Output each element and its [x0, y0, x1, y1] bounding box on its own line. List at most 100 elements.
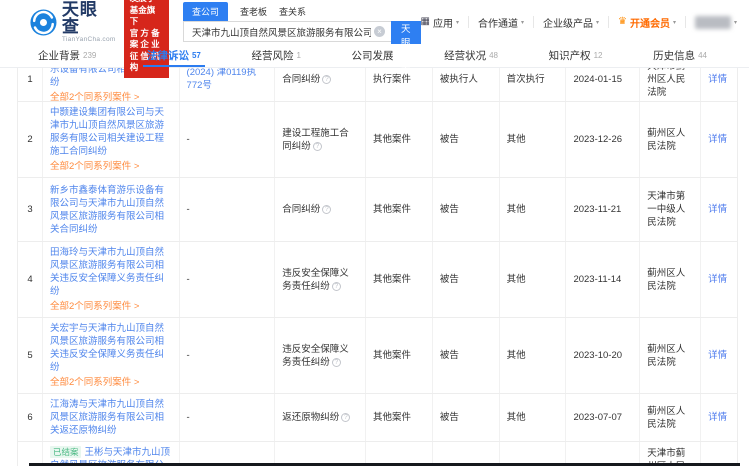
series-cases-link[interactable]: 全部2个同系列案件 >: [50, 91, 172, 102]
case-number-cell: -: [180, 102, 276, 177]
court-name: 蓟州区人民法院: [647, 405, 693, 431]
procedure-cell: 其他: [500, 318, 567, 393]
detail-link[interactable]: 详情: [708, 73, 730, 86]
nav-item-开通会员[interactable]: ♛开通会员▾: [618, 15, 676, 30]
chevron-down-icon: ▾: [734, 19, 737, 26]
case-title-cell: 中颢建设集团有限公司与天津市九山顶自然风景区旅游服务有限公司相关建设工程施工合同…: [43, 102, 180, 177]
case-title: 田海玲与天津市九山顶自然风景区旅游服务有限公司相关违反安全保障义务责任纠纷: [50, 246, 172, 298]
tab-经营风险[interactable]: 经营风险1: [247, 44, 304, 67]
case-number: -: [187, 133, 268, 146]
tab-法律诉讼[interactable]: 法律诉讼57: [143, 44, 205, 67]
court-cell: 天津市蓟州区人民法院: [640, 68, 701, 102]
search-input[interactable]: [183, 21, 391, 42]
help-icon[interactable]: ?: [341, 413, 350, 422]
tianyancha-logo[interactable]: 天眼查 TianYanCha.com: [30, 1, 116, 44]
party-role: 被告: [440, 273, 492, 286]
table-row: 6江海涛与天津市九山顶自然风景区旅游服务有限公司相关返还原物纠纷-返还原物纠纷?…: [18, 394, 737, 442]
case-title: 新乡市鑫泰体育游乐设备有限公司与天津市九山顶自然风景区旅游服务有限公司相关合同纠…: [50, 184, 172, 236]
party-role-cell: 被告: [433, 394, 500, 441]
series-cases-link[interactable]: 全部2个同系列案件 >: [50, 300, 172, 313]
case-number: -: [187, 411, 268, 424]
crown-icon: ♛: [618, 17, 627, 27]
party-role-cell: 被执行人: [433, 68, 500, 102]
party-role-text: 被执行人: [440, 74, 478, 85]
detail-link[interactable]: 详情: [708, 203, 730, 216]
help-icon[interactable]: ?: [322, 75, 331, 84]
nav-item-应用[interactable]: ▦应用▾: [421, 15, 459, 30]
case-type-cell: 其他案件: [366, 102, 433, 177]
procedure-cell: 其他: [500, 102, 567, 177]
tab-知识产权[interactable]: 知识产权12: [545, 44, 607, 67]
case-number-cell: -: [180, 394, 276, 441]
detail-link[interactable]: 详情: [708, 349, 730, 362]
clear-search-icon[interactable]: ×: [374, 26, 385, 37]
tab-经营状况[interactable]: 经营状况48: [440, 44, 502, 67]
action-cell: 详情: [701, 318, 737, 393]
help-icon[interactable]: ?: [322, 205, 331, 214]
nav-item-label: 开通会员: [630, 15, 670, 30]
tab-count: 1: [296, 51, 300, 60]
search-tab-2[interactable]: 查老板: [240, 2, 267, 21]
case-title-link[interactable]: 江海涛与天津市九山顶自然风景区旅游服务有限公司相关返还原物纠纷: [50, 399, 164, 436]
party-role: 被告: [440, 349, 492, 362]
court-cell: 蓟州区人民法院: [640, 102, 701, 177]
filing-date-cell: 2024-01-15: [566, 68, 640, 102]
help-icon[interactable]: ?: [313, 142, 322, 151]
case-number-cell: -: [180, 318, 276, 393]
case-title-cell: 田海玲与天津市九山顶自然风景区旅游服务有限公司相关违反安全保障义务责任纠纷全部2…: [43, 242, 180, 317]
party-role: 被执行人: [440, 73, 492, 86]
cause-of-action: 合同纠纷?: [282, 73, 358, 86]
filing-date-cell: 2023-07-07: [566, 394, 640, 441]
detail-link[interactable]: 详情: [708, 273, 730, 286]
tab-label: 经营风险: [251, 48, 293, 63]
search-tab-3[interactable]: 查关系: [279, 2, 306, 21]
cause-text: 合同纠纷: [282, 74, 320, 85]
case-title-cell: 关宏宇与天津市九山顶自然风景区旅游服务有限公司相关违反安全保障义务责任纠纷全部2…: [43, 318, 180, 393]
tianyancha-logo-icon: [30, 9, 57, 36]
filing-date-cell: 2023-10-20: [566, 318, 640, 393]
party-role-text: 被告: [440, 412, 459, 423]
case-title-link[interactable]: 中颢建设集团有限公司与天津市九山顶自然风景区旅游服务有限公司相关建设工程施工合同…: [50, 107, 164, 157]
search-tab-1[interactable]: 查公司: [183, 2, 228, 21]
court-cell: 天津市第一中级人民法院: [640, 178, 701, 241]
filing-date-cell: 2023-11-14: [566, 242, 640, 317]
tab-企业背景[interactable]: 企业背景239: [34, 44, 100, 67]
case-type-cell: 执行案件: [366, 68, 433, 102]
case-title-link[interactable]: 田海玲与天津市九山顶自然风景区旅游服务有限公司相关违反安全保障义务责任纠纷: [50, 247, 164, 297]
nav-item-企业级产品[interactable]: 企业级产品▾: [543, 15, 599, 30]
case-number-link[interactable]: (2024) 津0119执772号: [187, 68, 268, 92]
top-header: 天眼查 TianYanCha.com 国家中小企业发展子基金旗下 官方备案企业征…: [0, 0, 749, 44]
nav-item-合作通道[interactable]: 合作通道▾: [478, 15, 524, 30]
case-title-link[interactable]: 新乡市鑫泰体育游乐设备有限公司与天津市九山顶自然风景区旅游服务有限公司相关合同纠…: [50, 185, 164, 235]
chevron-down-icon: ▾: [596, 19, 599, 26]
gov-badge-line1: 国家中小企业发展子基金旗下: [130, 0, 163, 28]
tab-label: 企业背景: [38, 48, 80, 63]
help-icon[interactable]: ?: [332, 358, 341, 367]
case-type-cell: 其他案件: [366, 178, 433, 241]
series-cases-link[interactable]: 全部2个同系列案件 >: [50, 160, 172, 173]
chevron-down-icon: ▾: [521, 19, 524, 26]
court-cell: 蓟州区人民法院: [640, 318, 701, 393]
case-number: -: [187, 349, 268, 362]
detail-link[interactable]: 详情: [708, 133, 730, 146]
tab-公司发展[interactable]: 公司发展: [348, 44, 398, 67]
party-role: 被告: [440, 411, 492, 424]
case-title-link[interactable]: 关宏宇与天津市九山顶自然风景区旅游服务有限公司相关违反安全保障义务责任纠纷: [50, 323, 164, 373]
party-role-cell: 被告: [433, 318, 500, 393]
search-button[interactable]: 天眼一下: [391, 21, 421, 44]
action-cell: 详情: [701, 102, 737, 177]
cause-cell: 合同纠纷?: [275, 68, 366, 102]
series-cases-link[interactable]: 全部2个同系列案件 >: [50, 376, 172, 389]
nav-separator: [468, 16, 469, 28]
case-number: -: [187, 203, 268, 216]
tab-历史信息[interactable]: 历史信息44: [649, 44, 711, 67]
help-icon[interactable]: ?: [332, 282, 341, 291]
status-badge: 已结案: [50, 446, 82, 458]
tab-label: 历史信息: [653, 48, 695, 63]
case-type-cell: 其他案件: [366, 242, 433, 317]
case-number-cell: (2024) 津0119执772号: [180, 68, 276, 102]
chevron-down-icon: ▾: [673, 19, 676, 26]
detail-link[interactable]: 详情: [708, 411, 730, 424]
user-menu[interactable]: ▾: [695, 16, 737, 29]
case-title: 关宏宇与天津市九山顶自然风景区旅游服务有限公司相关违反安全保障义务责任纠纷: [50, 322, 172, 374]
